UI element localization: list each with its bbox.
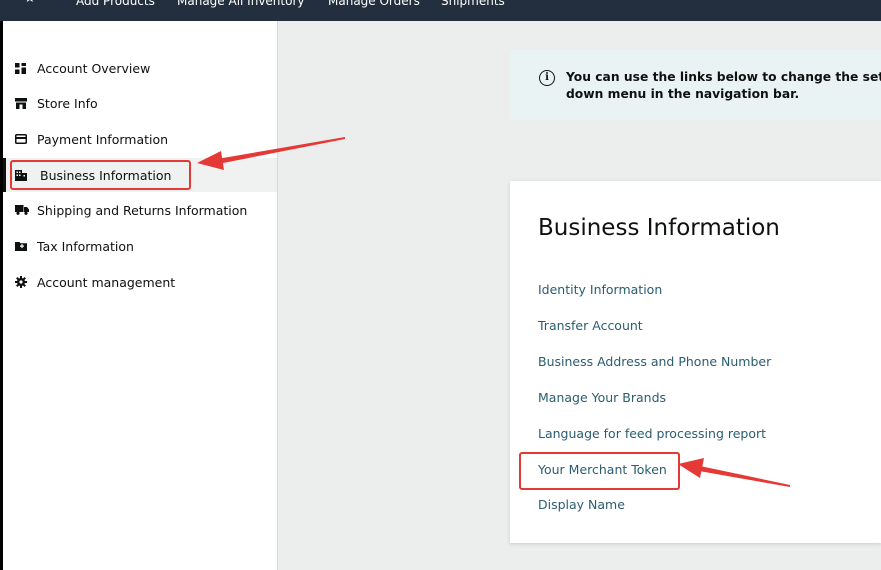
annotation-arrows: [197, 137, 790, 487]
annotation-arrow-card: [699, 466, 790, 487]
annotation-arrow-sidebar-head: [197, 151, 224, 170]
annotation-arrow-sidebar: [217, 137, 345, 164]
annotation-arrow-card-head: [678, 458, 704, 478]
